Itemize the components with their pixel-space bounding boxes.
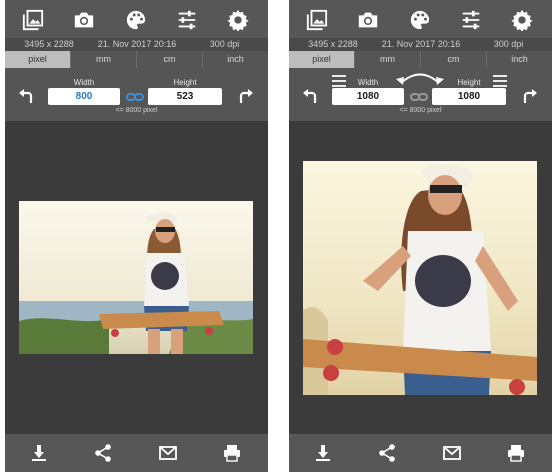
unit-selector: pixel mm cm inch <box>5 51 268 68</box>
height-input[interactable]: 523 <box>148 88 222 105</box>
width-label: Width <box>357 78 379 87</box>
palette-icon[interactable] <box>409 9 431 31</box>
left-screen: 3495 x 2288 21. Nov 2017 20:16 300 dpi p… <box>5 0 268 472</box>
gear-icon[interactable] <box>227 9 249 31</box>
width-label: Width <box>73 78 95 87</box>
width-input[interactable]: 1080 <box>332 88 404 105</box>
sliders-icon[interactable] <box>176 9 198 31</box>
undo-icon[interactable] <box>16 86 36 106</box>
unit-tab-pixel[interactable]: pixel <box>5 51 71 68</box>
height-label: Height <box>457 78 481 87</box>
image-dpi: 300 dpi <box>209 39 240 49</box>
image-date: 21. Nov 2017 20:16 <box>97 39 177 49</box>
right-screen: 3495 x 2288 21. Nov 2017 20:16 300 dpi p… <box>289 0 552 472</box>
link-icon[interactable] <box>126 90 144 104</box>
link-icon[interactable] <box>410 90 428 104</box>
mail-icon[interactable] <box>158 443 178 463</box>
top-toolbar <box>289 0 552 38</box>
camera-icon[interactable] <box>73 9 95 31</box>
size-controls: Width Height 1080 1080 <= 8000 pixel <box>289 68 552 121</box>
preview-image <box>19 201 253 354</box>
download-icon[interactable] <box>313 443 333 463</box>
unit-tab-inch[interactable]: inch <box>203 51 268 68</box>
print-icon[interactable] <box>222 443 242 463</box>
unit-selector: pixel mm cm inch <box>289 51 552 68</box>
share-icon[interactable] <box>93 443 113 463</box>
max-size-hint: <= 8000 pixel <box>399 107 442 114</box>
preview-image <box>303 161 537 395</box>
redo-icon[interactable] <box>236 86 256 106</box>
image-info-bar: 3495 x 2288 21. Nov 2017 20:16 300 dpi <box>5 38 268 51</box>
share-icon[interactable] <box>377 443 397 463</box>
unit-tab-cm[interactable]: cm <box>137 51 203 68</box>
image-dpi: 300 dpi <box>493 39 524 49</box>
image-info-bar: 3495 x 2288 21. Nov 2017 20:16 300 dpi <box>289 38 552 51</box>
unit-tab-mm[interactable]: mm <box>71 51 137 68</box>
max-size-hint: <= 8000 pixel <box>115 107 158 114</box>
undo-icon[interactable] <box>300 86 320 106</box>
image-dimensions: 3495 x 2288 <box>24 39 74 49</box>
bottom-toolbar <box>5 434 268 472</box>
download-icon[interactable] <box>29 443 49 463</box>
gallery-icon[interactable] <box>306 9 328 31</box>
unit-tab-inch[interactable]: inch <box>487 51 552 68</box>
gear-icon[interactable] <box>511 9 533 31</box>
bottom-toolbar <box>289 434 552 472</box>
camera-icon[interactable] <box>357 9 379 31</box>
mail-icon[interactable] <box>442 443 462 463</box>
sliders-icon[interactable] <box>460 9 482 31</box>
unit-tab-cm[interactable]: cm <box>421 51 487 68</box>
image-date: 21. Nov 2017 20:16 <box>381 39 461 49</box>
size-controls: Width Height 800 523 <= 8000 pixel <box>5 68 268 121</box>
top-toolbar <box>5 0 268 38</box>
height-input[interactable]: 1080 <box>432 88 506 105</box>
palette-icon[interactable] <box>125 9 147 31</box>
width-input[interactable]: 800 <box>48 88 120 105</box>
redo-icon[interactable] <box>520 86 540 106</box>
unit-tab-pixel[interactable]: pixel <box>289 51 355 68</box>
unit-tab-mm[interactable]: mm <box>355 51 421 68</box>
print-icon[interactable] <box>506 443 526 463</box>
height-label: Height <box>173 78 197 87</box>
gallery-icon[interactable] <box>22 9 44 31</box>
image-dimensions: 3495 x 2288 <box>308 39 358 49</box>
